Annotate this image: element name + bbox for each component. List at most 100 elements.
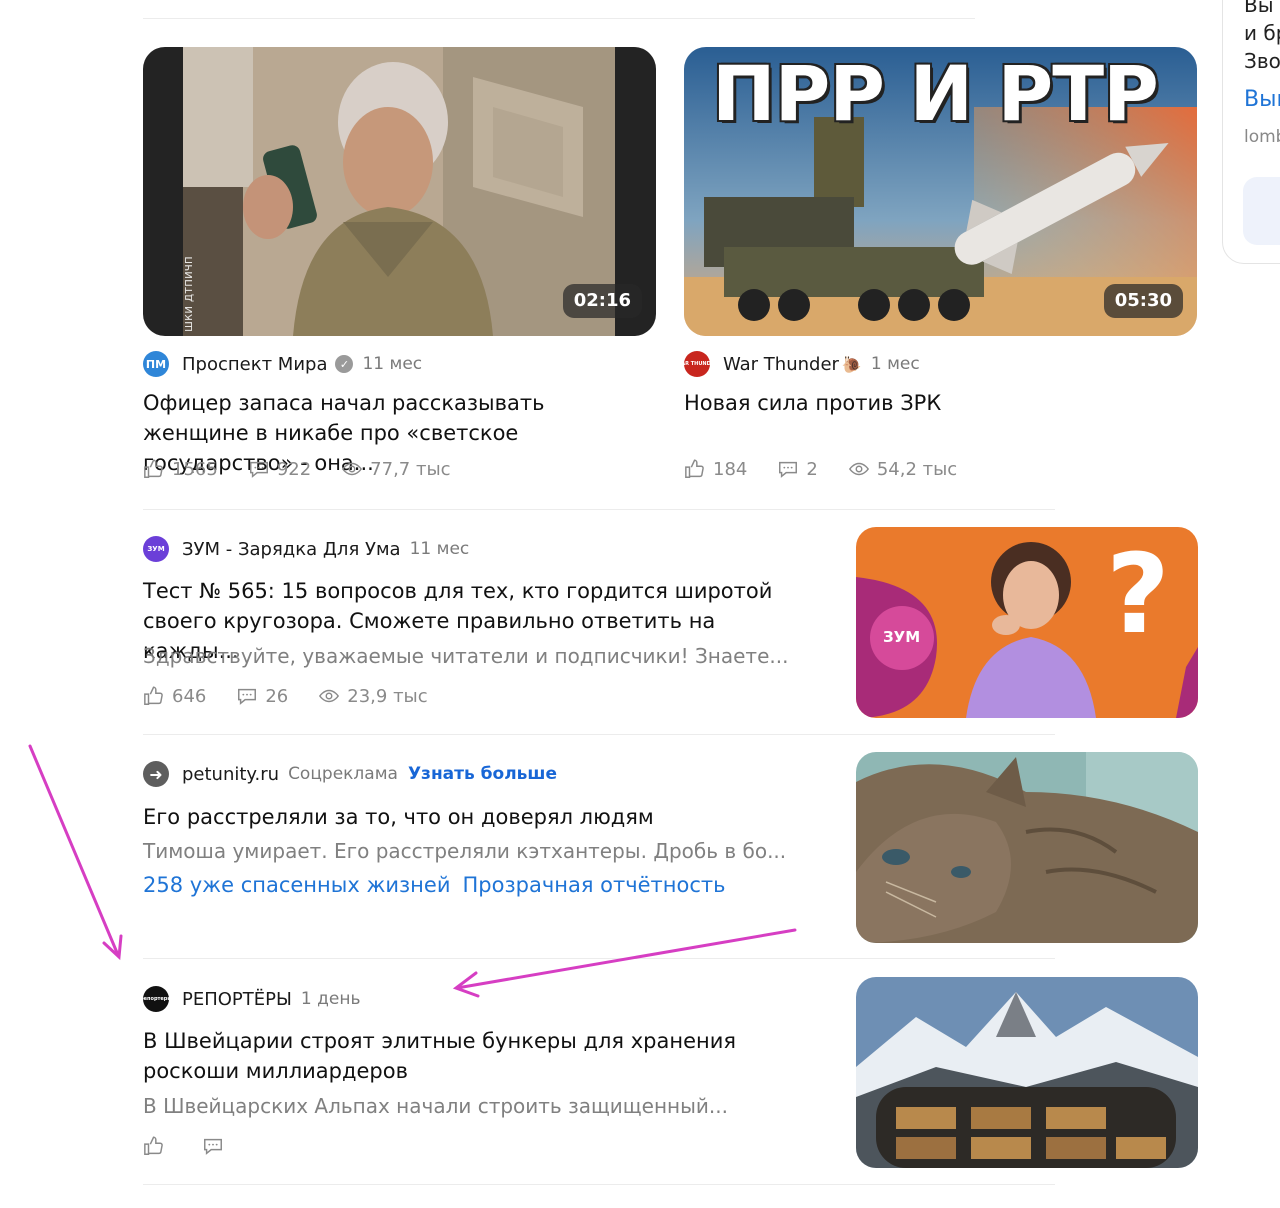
article-meta: ➜ petunity.ru Соцреклама Узнать больше — [143, 761, 557, 787]
comment-icon — [779, 461, 798, 478]
view-count: 54,2 тыс — [876, 458, 958, 480]
article-meta: репортеры РЕПОРТЁРЫ 1 день — [140, 986, 361, 1012]
channel-avatar-text: WAR THUNDER — [676, 361, 719, 367]
comment-count: 2 — [806, 458, 818, 480]
ad-links: 258 уже спасенных жизней Прозрачная отчё… — [143, 873, 726, 897]
article-stats: 646 26 23,9 тыс — [143, 683, 458, 709]
video-meta: WAR THUNDER War Thunder 🐌 1 мес — [676, 351, 920, 377]
like-icon — [685, 459, 704, 478]
article-snippet: Здравствуйте, уважаемые читатели и подпи… — [143, 644, 789, 668]
video-stats: 1565 922 77,7 тыс — [143, 456, 481, 482]
comments-button[interactable]: 26 — [236, 685, 288, 707]
side-card-line: Зво — [1244, 49, 1280, 73]
video-title[interactable]: Новая сила против ЗРК — [684, 388, 1194, 418]
comment-icon — [249, 461, 268, 478]
video-thumbnail[interactable]: ПРР И РТР 05:30 — [684, 47, 1197, 336]
channel-avatar[interactable]: WAR THUNDER — [676, 351, 718, 377]
article-thumbnail[interactable] — [856, 977, 1198, 1168]
article-stats — [143, 1133, 261, 1159]
top-divider — [143, 18, 975, 19]
video-thumbnail[interactable]: шки дтпичп 02:16 — [143, 47, 656, 336]
channel-name[interactable]: Проспект Мира — [182, 354, 327, 375]
annotation-arrow-head — [102, 934, 123, 961]
eye-icon — [319, 689, 340, 703]
article-thumbnail[interactable]: ? ЗУМ — [856, 527, 1198, 718]
publish-time: 11 мес — [409, 539, 470, 559]
views: 77,7 тыс — [341, 458, 451, 480]
views: 54,2 тыс — [848, 458, 957, 480]
side-card-line: и бр — [1244, 21, 1280, 45]
channel-avatar-text: ЗУМ — [147, 545, 165, 553]
annotation-arrow — [28, 744, 120, 957]
view-count: 23,9 тыс — [347, 685, 428, 707]
channel-avatar[interactable]: ➜ — [143, 761, 169, 787]
comment-count: 26 — [265, 685, 289, 707]
channel-avatar[interactable]: ПМ — [143, 351, 169, 377]
side-card-line: Вы — [1244, 0, 1274, 17]
article-meta: ЗУМ ЗУМ - Зарядка Для Ума 11 мес — [143, 536, 469, 562]
like-button[interactable]: 184 — [684, 458, 747, 480]
annotation-arrow-head — [452, 971, 480, 998]
comments-button[interactable] — [202, 1135, 231, 1157]
thumbnail-badge: ЗУМ — [883, 628, 921, 646]
views: 23,9 тыс — [318, 685, 428, 707]
channel-avatar[interactable]: ЗУМ — [143, 536, 169, 562]
publish-time: 1 день — [300, 989, 361, 1009]
side-ad-card[interactable]: Вы и бр Зво Вык lomb — [1222, 0, 1280, 264]
publish-time: 11 мес — [362, 354, 423, 374]
divider — [143, 509, 1055, 510]
article-title[interactable]: В Швейцарии строят элитные бункеры для х… — [143, 1026, 783, 1086]
comment-count: 922 — [276, 458, 312, 480]
channel-name[interactable]: War Thunder — [723, 354, 839, 375]
like-count: 646 — [172, 685, 207, 707]
like-button[interactable] — [143, 1135, 172, 1157]
comments-button[interactable]: 2 — [777, 458, 818, 480]
divider — [143, 1184, 1055, 1185]
video-thumbnail-title: ПРР И РТР — [712, 49, 1159, 138]
like-icon — [144, 459, 163, 478]
annotation-arrow — [455, 928, 797, 990]
snail-icon: 🐌 — [841, 354, 862, 374]
video-duration: 05:30 — [1103, 284, 1183, 318]
eye-icon — [848, 462, 869, 476]
article-thumbnail[interactable] — [856, 752, 1198, 943]
like-count: 1565 — [172, 458, 218, 480]
ad-link[interactable]: Прозрачная отчётность — [462, 873, 725, 897]
video-stats: 184 2 54,2 тыс — [684, 456, 987, 482]
article-thumbnail-image — [856, 977, 1198, 1168]
like-button[interactable]: 1565 — [143, 458, 218, 480]
like-icon — [144, 1136, 163, 1155]
eye-icon — [342, 462, 363, 476]
learn-more-link[interactable]: Узнать больше — [408, 764, 557, 784]
comments-button[interactable]: 922 — [248, 458, 311, 480]
side-card-domain: lomb — [1244, 127, 1280, 147]
divider — [143, 734, 1055, 735]
divider — [143, 958, 1055, 959]
verified-icon: ✓ — [335, 355, 354, 373]
like-count: 184 — [713, 458, 748, 480]
ad-label: Соцреклама — [288, 764, 398, 784]
article-snippet: В Швейцарских Альпах начали строить защи… — [143, 1094, 728, 1118]
article-snippet: Тимоша умирает. Его расстреляли кэтханте… — [143, 839, 787, 863]
video-watermark-text: шки дтпичп — [181, 256, 195, 332]
comment-icon — [204, 1138, 222, 1155]
article-title[interactable]: Его расстреляли за то, что он доверял лю… — [143, 802, 803, 832]
view-count: 77,7 тыс — [370, 458, 451, 480]
channel-name[interactable]: ЗУМ - Зарядка Для Ума — [182, 539, 401, 560]
svg-text:?: ? — [1106, 530, 1170, 658]
like-icon — [144, 686, 163, 705]
article-thumbnail-image: ? — [856, 527, 1198, 718]
ad-link[interactable]: 258 уже спасенных жизней — [143, 873, 450, 897]
video-meta: ПМ Проспект Мира ✓ 11 мес — [143, 351, 422, 377]
channel-avatar[interactable]: репортеры — [140, 986, 172, 1012]
channel-avatar-text: репортеры — [140, 996, 172, 1002]
article-thumbnail-image — [856, 752, 1198, 943]
video-duration: 02:16 — [562, 284, 642, 318]
comment-icon — [238, 688, 257, 705]
side-card-link[interactable]: Вык — [1244, 87, 1280, 112]
like-button[interactable]: 646 — [143, 685, 206, 707]
channel-name[interactable]: petunity.ru — [182, 764, 279, 785]
publish-time: 1 мес — [870, 354, 920, 374]
channel-name[interactable]: РЕПОРТЁРЫ — [182, 989, 292, 1010]
side-card-button[interactable] — [1243, 177, 1280, 245]
